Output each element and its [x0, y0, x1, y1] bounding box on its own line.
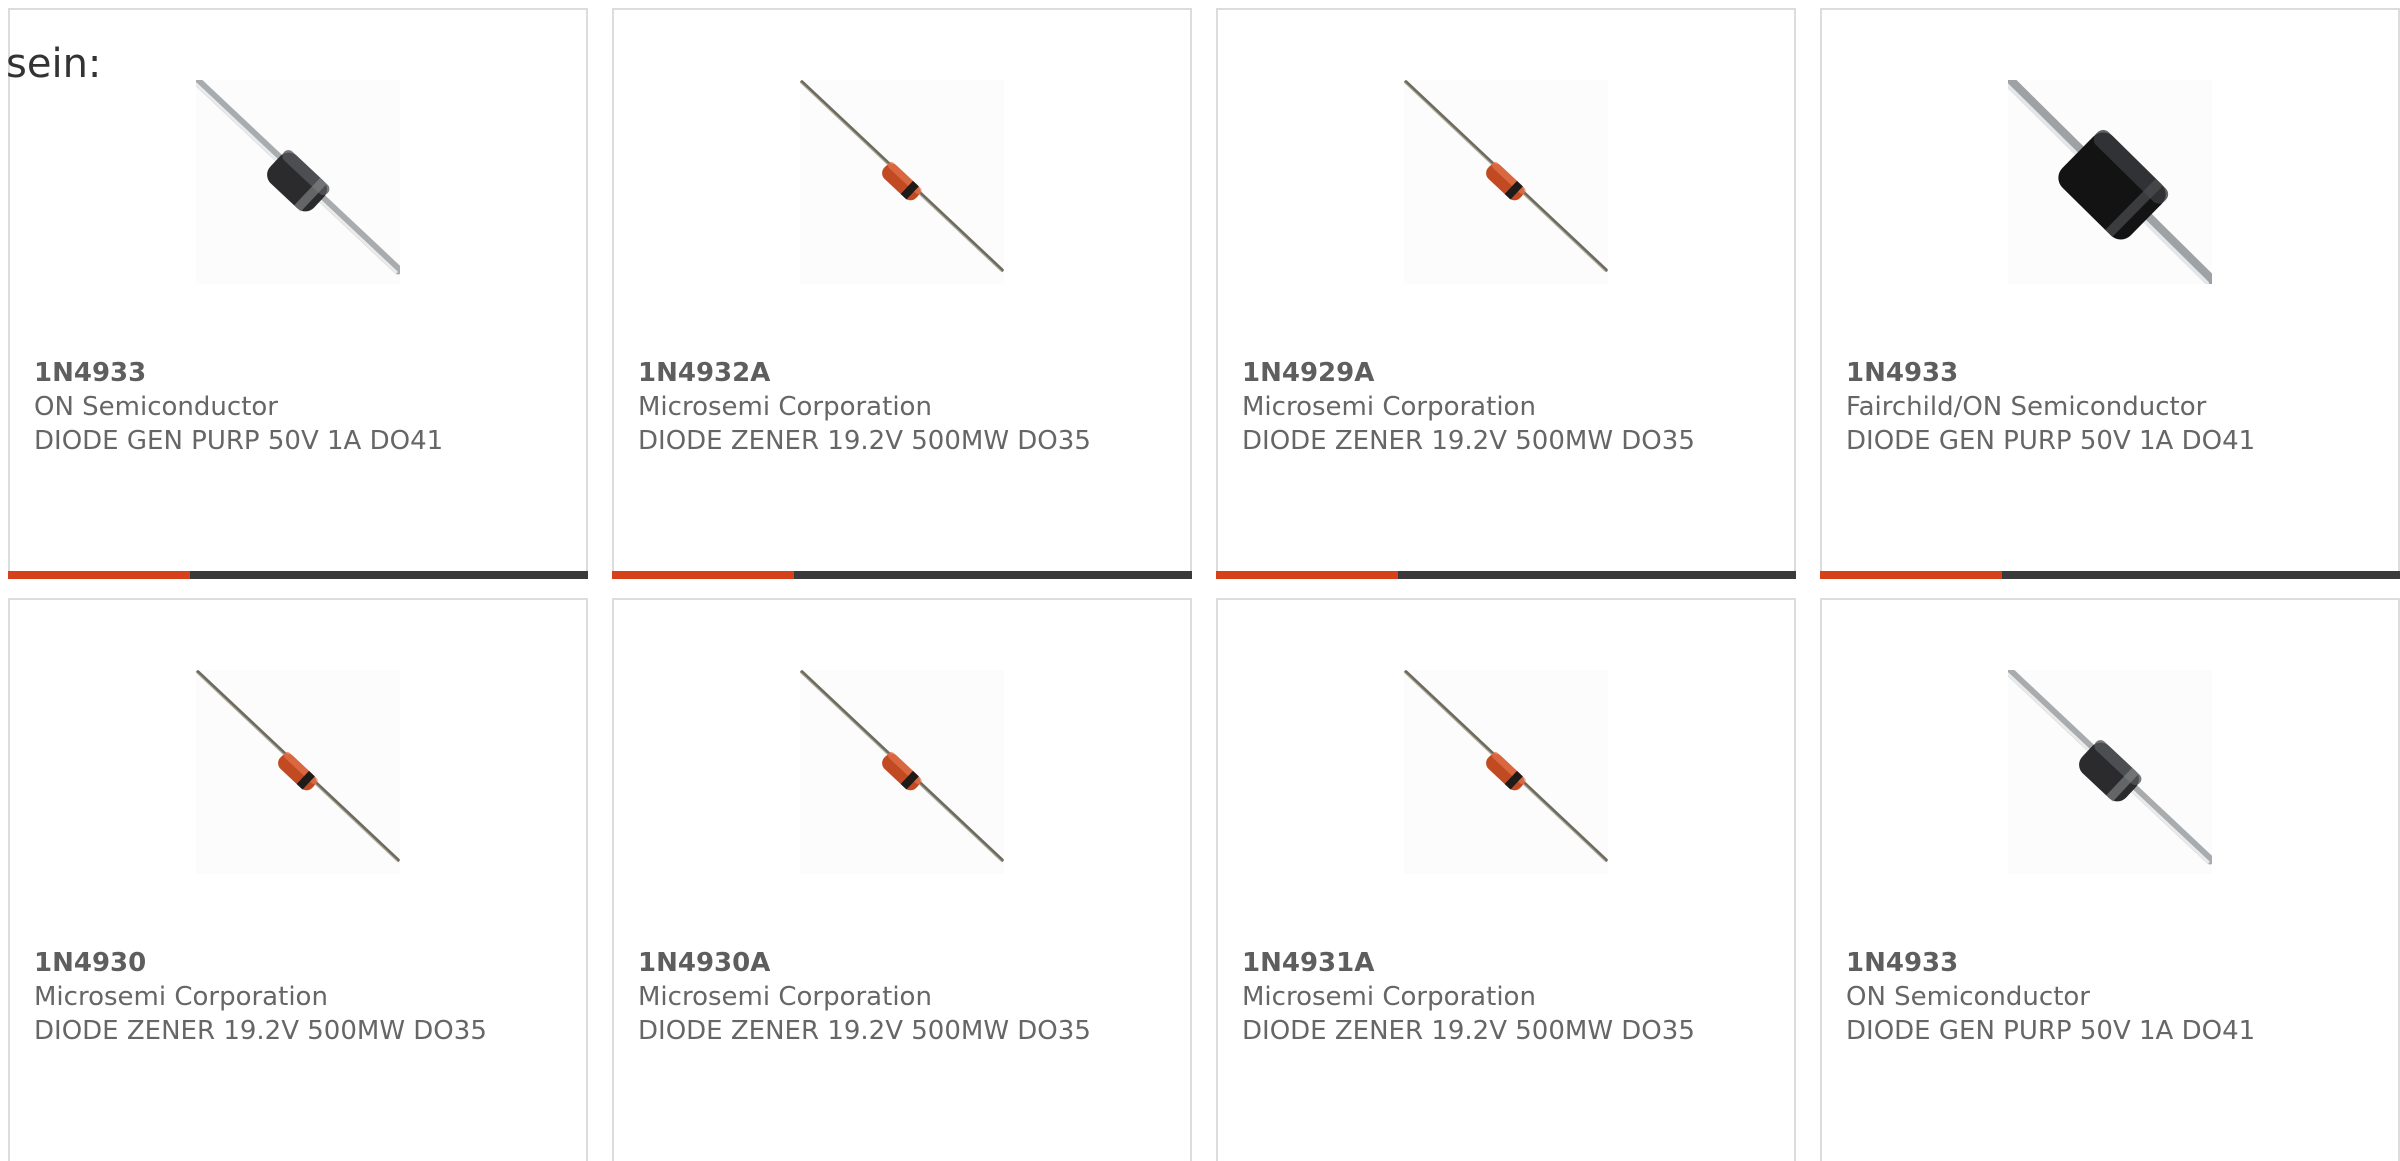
product-grid: 1N4933 ON Semiconductor DIODE GEN PURP 5… — [0, 0, 2400, 1161]
description: DIODE ZENER 19.2V 500MW DO35 — [34, 1016, 487, 1046]
product-image[interactable] — [800, 80, 1004, 284]
product-info: 1N4933 ON Semiconductor DIODE GEN PURP 5… — [34, 356, 534, 458]
description: DIODE ZENER 19.2V 500MW DO35 — [1242, 426, 1695, 456]
diode-do35-orange-icon — [800, 80, 1004, 284]
card-bar — [1216, 571, 1796, 579]
manufacturer: ON Semiconductor — [34, 392, 278, 422]
product-info: 1N4933 Fairchild/ON Semiconductor DIODE … — [1846, 356, 2346, 458]
manufacturer: Microsemi Corporation — [638, 392, 932, 422]
product-image[interactable] — [2008, 80, 2212, 284]
card-bar — [1820, 571, 2400, 579]
card-accent — [1820, 571, 2002, 579]
product-image[interactable] — [196, 80, 400, 284]
product-image[interactable] — [1404, 80, 1608, 284]
manufacturer: ON Semiconductor — [1846, 982, 2090, 1012]
lead-text: sein: — [6, 41, 102, 87]
part-number[interactable]: 1N4932A — [638, 356, 1138, 390]
product-image[interactable] — [1404, 670, 1608, 874]
part-number[interactable]: 1N4933 — [1846, 356, 2346, 390]
card-bar — [8, 571, 588, 579]
diode-do35-orange-icon — [1404, 80, 1608, 284]
diode-do41-grey-icon — [2008, 670, 2212, 874]
card-accent — [1216, 571, 1398, 579]
description: DIODE ZENER 19.2V 500MW DO35 — [1242, 1016, 1695, 1046]
product-info: 1N4932A Microsemi Corporation DIODE ZENE… — [638, 356, 1138, 458]
product-image[interactable] — [800, 670, 1004, 874]
product-card[interactable]: 1N4933 ON Semiconductor DIODE GEN PURP 5… — [8, 8, 588, 579]
part-number[interactable]: 1N4930A — [638, 946, 1138, 980]
product-image[interactable] — [196, 670, 400, 874]
card-accent — [612, 571, 794, 579]
manufacturer: Microsemi Corporation — [1242, 982, 1536, 1012]
product-info: 1N4930A Microsemi Corporation DIODE ZENE… — [638, 946, 1138, 1048]
product-info: 1N4930 Microsemi Corporation DIODE ZENER… — [34, 946, 534, 1048]
part-number[interactable]: 1N4933 — [34, 356, 534, 390]
diode-do41-grey-icon — [196, 80, 400, 284]
product-card[interactable]: 1N4930A Microsemi Corporation DIODE ZENE… — [612, 598, 1192, 1161]
product-image[interactable] — [2008, 670, 2212, 874]
card-bar — [612, 571, 1192, 579]
product-info: 1N4929A Microsemi Corporation DIODE ZENE… — [1242, 356, 1742, 458]
product-info: 1N4933 ON Semiconductor DIODE GEN PURP 5… — [1846, 946, 2346, 1048]
manufacturer: Microsemi Corporation — [638, 982, 932, 1012]
product-card[interactable]: 1N4932A Microsemi Corporation DIODE ZENE… — [612, 8, 1192, 579]
part-number[interactable]: 1N4931A — [1242, 946, 1742, 980]
description: DIODE ZENER 19.2V 500MW DO35 — [638, 1016, 1091, 1046]
manufacturer: Microsemi Corporation — [34, 982, 328, 1012]
product-card[interactable]: 1N4930 Microsemi Corporation DIODE ZENER… — [8, 598, 588, 1161]
product-card[interactable]: 1N4931A Microsemi Corporation DIODE ZENE… — [1216, 598, 1796, 1161]
product-card[interactable]: 1N4933 ON Semiconductor DIODE GEN PURP 5… — [1820, 598, 2400, 1161]
part-number[interactable]: 1N4933 — [1846, 946, 2346, 980]
part-number[interactable]: 1N4930 — [34, 946, 534, 980]
product-card[interactable]: 1N4933 Fairchild/ON Semiconductor DIODE … — [1820, 8, 2400, 579]
manufacturer: Microsemi Corporation — [1242, 392, 1536, 422]
description: DIODE GEN PURP 50V 1A DO41 — [34, 426, 444, 456]
diode-do35-orange-icon — [800, 670, 1004, 874]
diode-do35-orange-icon — [1404, 670, 1608, 874]
diode-do41-black-icon — [2008, 80, 2212, 284]
description: DIODE ZENER 19.2V 500MW DO35 — [638, 426, 1091, 456]
part-number[interactable]: 1N4929A — [1242, 356, 1742, 390]
card-accent — [8, 571, 190, 579]
manufacturer: Fairchild/ON Semiconductor — [1846, 392, 2207, 422]
product-card[interactable]: 1N4929A Microsemi Corporation DIODE ZENE… — [1216, 8, 1796, 579]
description: DIODE GEN PURP 50V 1A DO41 — [1846, 1016, 2256, 1046]
product-info: 1N4931A Microsemi Corporation DIODE ZENE… — [1242, 946, 1742, 1048]
page: 1N4933 ON Semiconductor DIODE GEN PURP 5… — [0, 0, 2400, 1161]
description: DIODE GEN PURP 50V 1A DO41 — [1846, 426, 2256, 456]
diode-do35-orange-icon — [196, 670, 400, 874]
